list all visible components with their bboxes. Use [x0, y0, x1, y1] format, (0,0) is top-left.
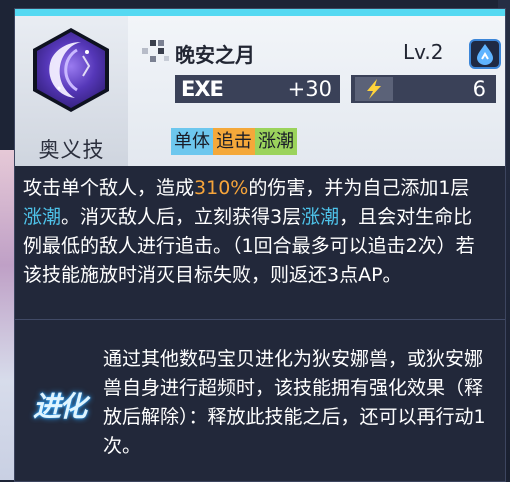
skill-name: 晚安之月 [175, 43, 255, 67]
evolution-description: 通过其他数码宝贝进化为狄安娜兽，或狄安娜兽自身进行超频时，该技能拥有强化效果（释… [103, 348, 486, 457]
skill-card: 奥义技 晚安之月 Lv.2 EXE +30 6 单体 追击 涨潮 攻击单个敌人，… [14, 8, 506, 482]
exe-label: EXE [181, 77, 224, 101]
skill-tags: 单体 追击 涨潮 [171, 128, 297, 155]
desc-text-segment: 的伤害，并为自己添加1层 [248, 177, 470, 199]
pixel-decoration-icon [142, 40, 169, 62]
tag-high-tide: 涨潮 [255, 128, 297, 155]
keyword-high-tide[interactable]: 涨潮 [301, 206, 339, 228]
keyword-high-tide[interactable]: 涨潮 [23, 206, 61, 228]
ap-cost-value: 6 [472, 77, 486, 101]
desc-text-segment: 攻击单个敌人，造成 [23, 177, 195, 199]
ap-cost-stat: 6 [351, 75, 496, 103]
lightning-icon [355, 77, 393, 101]
tag-single-target: 单体 [171, 128, 213, 155]
exe-stat: EXE +30 [175, 75, 340, 103]
evolution-badge: 进化 [33, 390, 87, 423]
skill-icon-frame[interactable] [33, 28, 109, 112]
level-up-droplet-icon[interactable] [469, 39, 501, 69]
card-accent-bar [15, 9, 505, 16]
skill-info-panel: 晚安之月 Lv.2 EXE +30 6 单体 追击 涨潮 [128, 16, 505, 166]
skill-description-panel: 攻击单个敌人，造成310%的伤害，并为自己添加1层涨潮。消灭敌人后，立刻获得3层… [15, 166, 505, 320]
skill-level: Lv.2 [403, 40, 444, 64]
crescent-moon-icon [37, 32, 105, 108]
exe-value: +30 [287, 77, 332, 101]
skill-type-label: 奥义技 [38, 138, 105, 162]
skill-icon-panel: 奥义技 [15, 16, 128, 166]
evolution-panel: 进化 通过其他数码宝贝进化为狄安娜兽，或狄安娜兽自身进行超频时，该技能拥有强化效… [15, 320, 505, 481]
skill-description: 攻击单个敌人，造成310%的伤害，并为自己添加1层涨潮。消灭敌人后，立刻获得3层… [23, 174, 483, 290]
desc-text-segment: 。消灭敌人后，立刻获得3层 [61, 206, 302, 228]
tag-follow-up: 追击 [213, 128, 255, 155]
damage-percent: 310% [194, 177, 249, 199]
